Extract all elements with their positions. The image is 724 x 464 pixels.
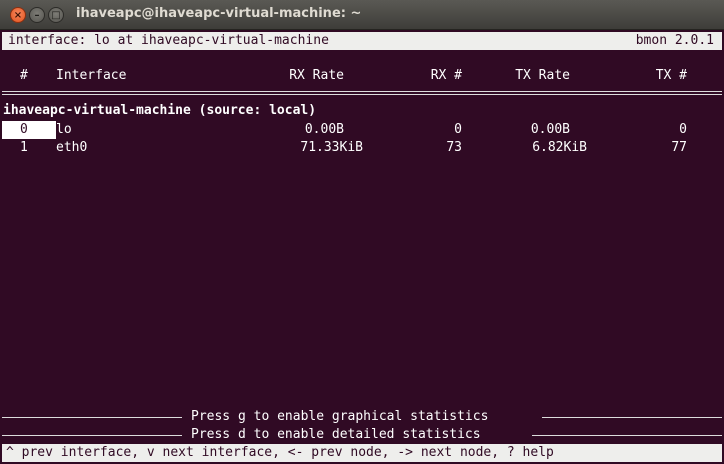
row-rx-rate: 0.00B — [304, 122, 344, 137]
row-num: 0 — [20, 122, 28, 137]
row-interface: lo — [56, 122, 72, 137]
row-tx-num: 0 — [679, 122, 687, 137]
header-rx-rate: RX Rate — [289, 68, 344, 83]
table-row[interactable]: 1 eth0 71.33KiB 73 6.82KiB 77 — [0, 139, 724, 157]
row-interface: eth0 — [56, 140, 88, 155]
title-bar: × – □ ihaveapc@ihaveapc-virtual-machine:… — [0, 0, 724, 30]
row-num: 1 — [20, 140, 28, 155]
table-row[interactable]: 0 lo 0.00B 0 0.00B 0 — [0, 121, 724, 139]
header-tx-num: TX # — [655, 68, 687, 83]
row-tx-num: 77 — [671, 140, 687, 155]
current-interface-label: interface: lo at ihaveapc-virtual-machin… — [8, 33, 329, 48]
app-version: bmon 2.0.1 — [635, 33, 714, 48]
header-num: # — [20, 68, 28, 83]
header-tx-rate: TX Rate — [515, 68, 570, 83]
header-rx-num: RX # — [430, 68, 462, 83]
detailed-stats-hint: Press d to enable detailed statistics — [2, 426, 722, 444]
key-help-text: ^ prev interface, v next interface, <- p… — [6, 445, 554, 460]
node-title: ihaveapc-virtual-machine (source: local) — [3, 103, 317, 118]
minimize-window-icon[interactable]: – — [29, 7, 45, 23]
status-bar: interface: lo at ihaveapc-virtual-machin… — [2, 32, 722, 50]
window-title: ihaveapc@ihaveapc-virtual-machine: ~ — [76, 6, 362, 21]
terminal-window: × – □ ihaveapc@ihaveapc-virtual-machine:… — [0, 0, 724, 464]
row-tx-rate: 6.82KiB — [532, 140, 587, 155]
row-rx-num: 0 — [454, 122, 462, 137]
header-interface: Interface — [56, 68, 127, 83]
key-help-bar: ^ prev interface, v next interface, <- p… — [2, 444, 722, 462]
maximize-window-icon[interactable]: □ — [48, 7, 64, 23]
graphical-stats-hint: Press g to enable graphical statistics — [2, 408, 722, 426]
graphical-stats-text: Press g to enable graphical statistics — [191, 409, 489, 424]
row-rx-num: 73 — [446, 140, 462, 155]
row-tx-rate: 0.00B — [530, 122, 570, 137]
detailed-stats-text: Press d to enable detailed statistics — [191, 427, 481, 442]
table-header: # Interface RX Rate RX # TX Rate TX # — [0, 67, 724, 85]
close-window-icon[interactable]: × — [10, 7, 26, 23]
header-separator — [2, 91, 722, 95]
row-rx-rate: 71.33KiB — [300, 140, 363, 155]
selection-cursor: 0 — [2, 121, 56, 139]
terminal-area[interactable]: interface: lo at ihaveapc-virtual-machin… — [0, 30, 724, 464]
